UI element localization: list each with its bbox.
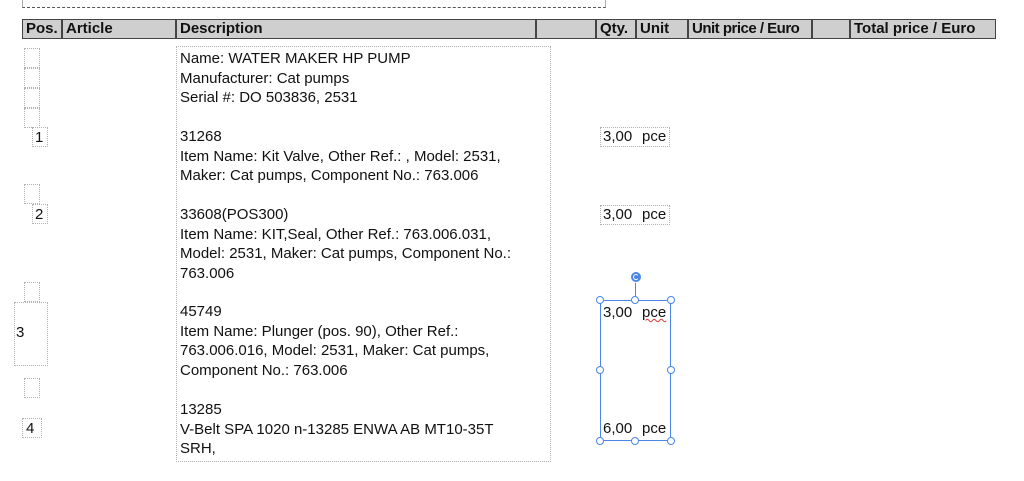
page-top-dashed-rule: [22, 0, 606, 8]
item-4-line: 13285: [180, 401, 222, 418]
qty-value-4: 6,00: [603, 420, 633, 437]
item-2-line: Item Name: KIT,Seal, Other Ref.: 763.006…: [180, 225, 491, 243]
item-2-line: 33608(POS300): [180, 206, 289, 223]
column-header-description[interactable]: Description: [176, 19, 536, 39]
pos-number-4: 4: [26, 420, 35, 437]
header-name-line: Name: WATER MAKER HP PUMP: [180, 50, 411, 67]
column-header-blank-2: [812, 19, 850, 39]
unit-value-4: pce: [642, 420, 667, 437]
item-1-line: Maker: Cat pumps, Component No.: 763.006: [180, 167, 479, 184]
column-header-article[interactable]: Article: [62, 19, 176, 39]
pos-empty-box[interactable]: [24, 282, 40, 302]
rotate-handle-icon[interactable]: [631, 272, 641, 282]
column-header-blank: [536, 19, 596, 39]
resize-handle-left[interactable]: [596, 366, 604, 374]
item-1-line: Item Name: Kit Valve, Other Ref.: , Mode…: [180, 147, 501, 165]
resize-handle-right[interactable]: [667, 366, 675, 374]
item-3-line: Item Name: Plunger (pos. 90), Other Ref.…: [180, 322, 459, 340]
column-header-total-price[interactable]: Total price / Euro: [850, 19, 996, 39]
item-3-line: Component No.: 763.006: [180, 361, 348, 379]
item-4-line: SRH,: [180, 440, 216, 457]
unit-value-1: pce: [642, 128, 667, 145]
header-serial-line: Serial #: DO 503836, 2531: [180, 89, 358, 106]
pos-number-1: 1: [35, 129, 44, 146]
column-header-pos[interactable]: Pos.: [22, 19, 62, 39]
column-header-qty[interactable]: Qty.: [596, 19, 636, 39]
qty-value-1: 3,00: [603, 128, 633, 145]
item-2-line: 763.006: [180, 264, 235, 282]
header-manufacturer-line: Manufacturer: Cat pumps: [180, 69, 350, 87]
column-header-unit[interactable]: Unit: [636, 19, 688, 39]
item-3-line: 763.006.016, Model: 2531, Maker: Cat pum…: [180, 342, 490, 359]
unit-value-2: pce: [642, 206, 667, 223]
pos-empty-box[interactable]: [24, 88, 40, 108]
unit-value-3: pce: [642, 304, 667, 321]
item-4-line: V-Belt SPA 1020 n-13285 ENWA AB MT10-35T: [180, 420, 494, 438]
pos-empty-box[interactable]: [24, 184, 40, 204]
column-header-unit-price[interactable]: Unit price / Euro: [688, 19, 812, 39]
qty-value-3: 3,00: [603, 304, 633, 321]
pos-empty-box[interactable]: [24, 48, 40, 68]
resize-handle-top-right[interactable]: [667, 296, 675, 304]
resize-handle-bottom[interactable]: [631, 437, 639, 445]
pos-number-2: 2: [35, 206, 44, 223]
item-2-line: Model: 2531, Maker: Cat pumps, Component…: [180, 245, 511, 262]
qty-value-2: 3,00: [603, 206, 633, 223]
item-1-line: 31268: [180, 128, 222, 145]
pos-empty-box[interactable]: [24, 68, 40, 88]
pos-number-3: 3: [16, 324, 25, 341]
pos-empty-box[interactable]: [24, 378, 40, 398]
item-3-line: 45749: [180, 303, 222, 320]
resize-handle-bottom-left[interactable]: [596, 437, 604, 445]
pos-empty-box[interactable]: [24, 108, 40, 128]
resize-handle-bottom-right[interactable]: [667, 437, 675, 445]
